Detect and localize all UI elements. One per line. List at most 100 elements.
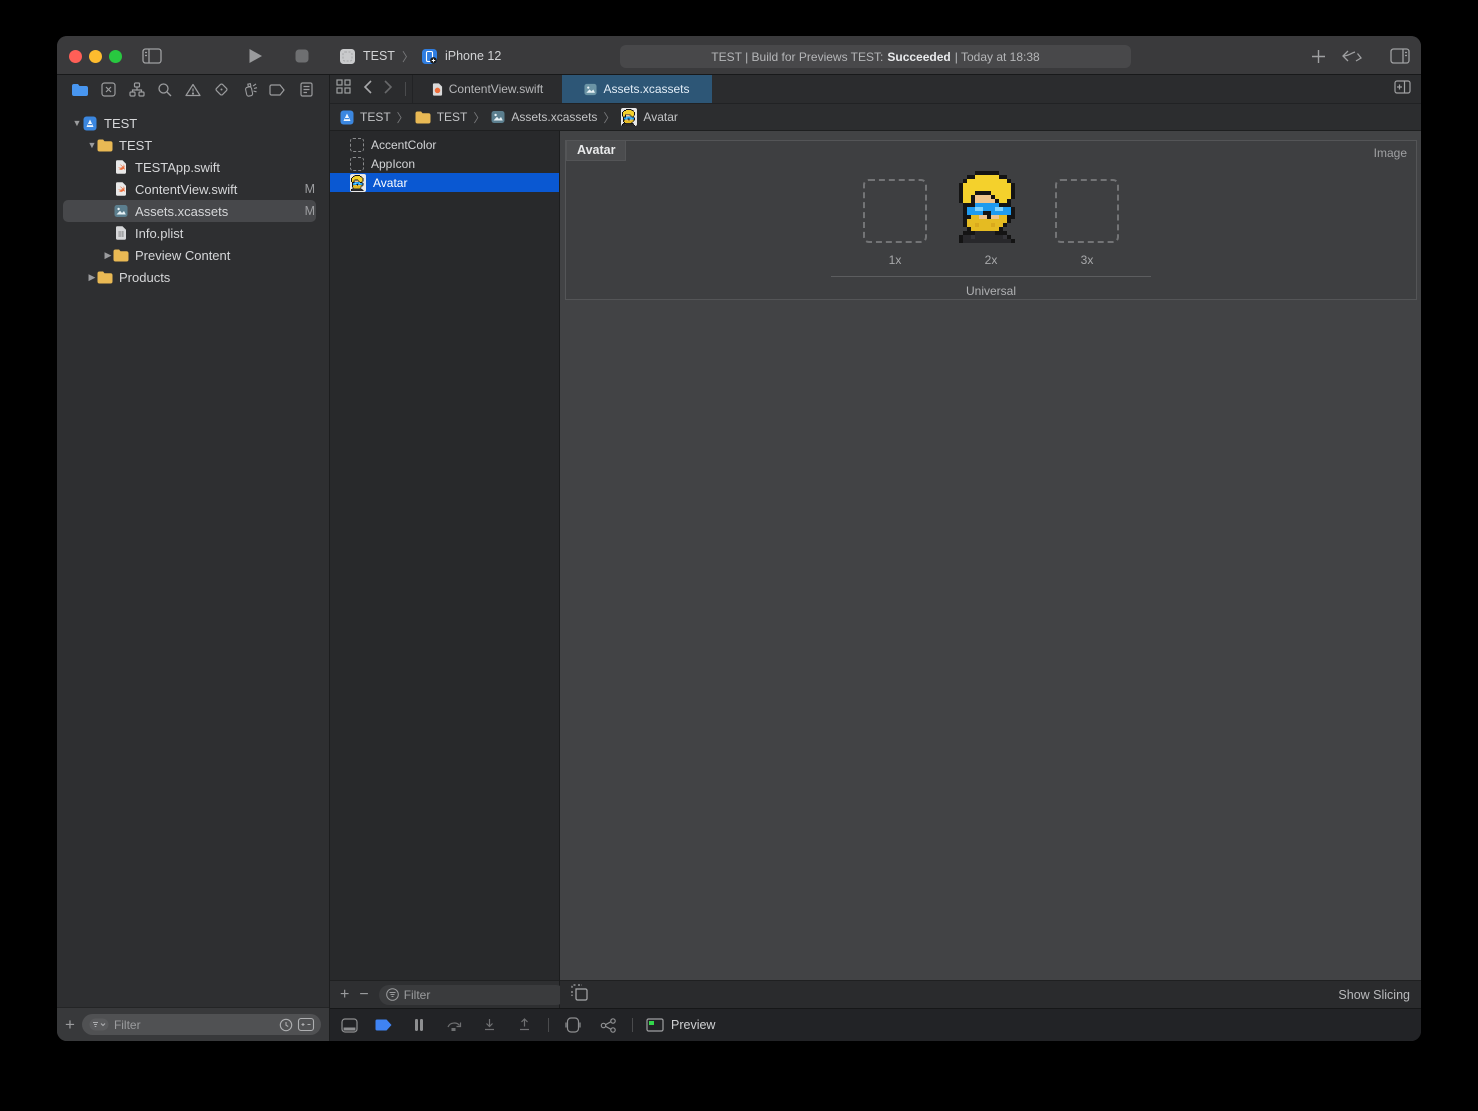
image-well-1x[interactable] — [863, 179, 927, 243]
device-bezels-icon[interactable] — [562, 1014, 584, 1036]
jump-crumb[interactable]: TEST — [360, 110, 391, 124]
swift-file-icon — [113, 181, 129, 197]
step-out-icon[interactable] — [513, 1014, 535, 1036]
tree-item-file[interactable]: ContentView.swift M — [57, 178, 329, 200]
chevron-down-icon[interactable]: ▼ — [72, 118, 82, 128]
recent-files-clock-icon[interactable] — [279, 1018, 293, 1032]
image-well-2x[interactable] — [959, 171, 1023, 243]
scale-label-1x: 1x — [863, 253, 927, 267]
navigator-tab-bar — [57, 75, 329, 104]
tree-item-group[interactable]: ▼ TEST — [57, 134, 329, 156]
test-navigator-icon[interactable] — [210, 79, 232, 101]
scheme-chevron: 〉 — [402, 48, 414, 65]
empty-asset-icon — [350, 157, 364, 171]
navigator-filter-input[interactable] — [114, 1018, 274, 1032]
asset-item-accentcolor[interactable]: AccentColor — [330, 135, 559, 154]
folder-icon — [97, 137, 113, 153]
tab-contentview[interactable]: ContentView.swift — [412, 75, 562, 103]
related-items-icon[interactable] — [336, 79, 351, 99]
breakpoints-toggle-icon[interactable] — [373, 1014, 395, 1036]
preview-label: Preview — [671, 1018, 715, 1032]
image-set-title: Avatar — [566, 140, 626, 161]
breakpoint-navigator-icon[interactable] — [267, 79, 289, 101]
code-review-icon[interactable] — [1340, 44, 1364, 68]
asset-filter-field[interactable] — [379, 985, 566, 1005]
view-hierarchy-icon[interactable] — [597, 1014, 619, 1036]
asset-label: Avatar — [373, 176, 407, 190]
add-asset-icon[interactable]: + — [340, 986, 349, 1004]
chevron-right-icon[interactable]: ▶ — [103, 250, 113, 261]
scale-label-3x: 3x — [1055, 253, 1119, 267]
tree-item-file[interactable]: TESTApp.swift — [57, 156, 329, 178]
xcode-window: TEST 〉 iPhone 12 TEST | Build for Previe… — [57, 36, 1421, 1041]
source-control-navigator-icon[interactable] — [97, 79, 119, 101]
tree-item-label: Info.plist — [135, 226, 183, 241]
folder-icon — [113, 247, 129, 263]
run-button[interactable] — [243, 44, 267, 68]
tree-item-group[interactable]: ▶ Preview Content — [57, 244, 329, 266]
add-editor-icon[interactable] — [1394, 80, 1411, 99]
status-text-left: TEST | Build for Previews TEST: — [711, 50, 883, 64]
idiom-label: Universal — [966, 284, 1016, 298]
chevron-right-icon[interactable]: ▶ — [87, 272, 97, 283]
debug-bar: Preview — [330, 1008, 1421, 1041]
remove-asset-icon[interactable]: − — [359, 986, 368, 1004]
divider — [405, 82, 406, 96]
minimize-window-button[interactable] — [89, 50, 102, 63]
image-well-3x[interactable] — [1055, 179, 1119, 243]
find-navigator-icon[interactable] — [154, 79, 176, 101]
asset-filter-input[interactable] — [404, 988, 559, 1002]
tab-assets[interactable]: Assets.xcassets — [562, 75, 712, 103]
preview-toggle[interactable]: Preview — [646, 1018, 715, 1032]
tree-item-label: Products — [119, 270, 170, 285]
tree-item-file-selected[interactable]: Assets.xcassets M — [57, 200, 329, 222]
chevron-down-icon[interactable]: ▼ — [87, 140, 97, 150]
step-over-icon[interactable] — [443, 1014, 465, 1036]
source-control-status-icon[interactable] — [298, 1018, 314, 1031]
toggle-debug-area-icon[interactable] — [338, 1014, 360, 1036]
symbol-navigator-icon[interactable] — [126, 79, 148, 101]
toggle-navigator-icon[interactable] — [140, 44, 164, 68]
crumb-separator: 〉 — [603, 109, 615, 126]
folder-icon — [97, 269, 113, 285]
tree-item-project[interactable]: ▼ TEST — [57, 112, 329, 134]
jump-crumb[interactable]: Assets.xcassets — [511, 110, 597, 124]
pause-execution-icon[interactable] — [408, 1014, 430, 1036]
project-navigator-icon[interactable] — [69, 79, 91, 101]
asset-item-avatar[interactable]: Avatar — [330, 173, 559, 192]
issue-navigator-icon[interactable] — [182, 79, 204, 101]
toggle-inspectors-icon[interactable] — [1388, 44, 1412, 68]
stop-button[interactable] — [290, 44, 314, 68]
go-forward-icon[interactable] — [384, 80, 393, 99]
library-add-icon[interactable] — [1306, 44, 1330, 68]
tree-item-label: Assets.xcassets — [135, 204, 228, 219]
zoom-window-button[interactable] — [109, 50, 122, 63]
avatar-image — [959, 171, 1023, 243]
jump-crumb[interactable]: TEST — [437, 110, 468, 124]
step-into-icon[interactable] — [478, 1014, 500, 1036]
activity-status[interactable]: TEST | Build for Previews TEST: Succeede… — [620, 45, 1131, 68]
plist-file-icon — [113, 225, 129, 241]
modified-badge: M — [305, 182, 315, 196]
report-navigator-icon[interactable] — [295, 79, 317, 101]
asset-editor-canvas: Avatar Image 1x 2x — [560, 131, 1421, 980]
editor-tab-bar: ContentView.swift Assets.xcassets — [330, 75, 1421, 104]
asset-label: AccentColor — [371, 138, 436, 152]
show-slicing-button[interactable]: Show Slicing — [1338, 988, 1410, 1002]
asset-item-appicon[interactable]: AppIcon — [330, 154, 559, 173]
scheme-selector[interactable]: TEST 〉 iPhone 12 — [339, 45, 501, 67]
go-back-icon[interactable] — [363, 80, 372, 99]
asset-label: AppIcon — [371, 157, 415, 171]
debug-navigator-icon[interactable] — [239, 79, 261, 101]
navigator-filter-field[interactable] — [82, 1014, 321, 1035]
add-file-icon[interactable]: + — [65, 1015, 75, 1035]
empty-asset-icon — [350, 138, 364, 152]
avatar-thumbnail-icon — [350, 174, 366, 192]
jump-crumb[interactable]: Avatar — [643, 110, 677, 124]
close-window-button[interactable] — [69, 50, 82, 63]
status-text-time: | Today at 18:38 — [955, 50, 1040, 64]
tree-item-group[interactable]: ▶ Products — [57, 266, 329, 288]
asset-list-toolbar: + − — [330, 980, 559, 1008]
slicing-mode-icon[interactable] — [571, 984, 588, 1006]
tree-item-file[interactable]: Info.plist — [57, 222, 329, 244]
